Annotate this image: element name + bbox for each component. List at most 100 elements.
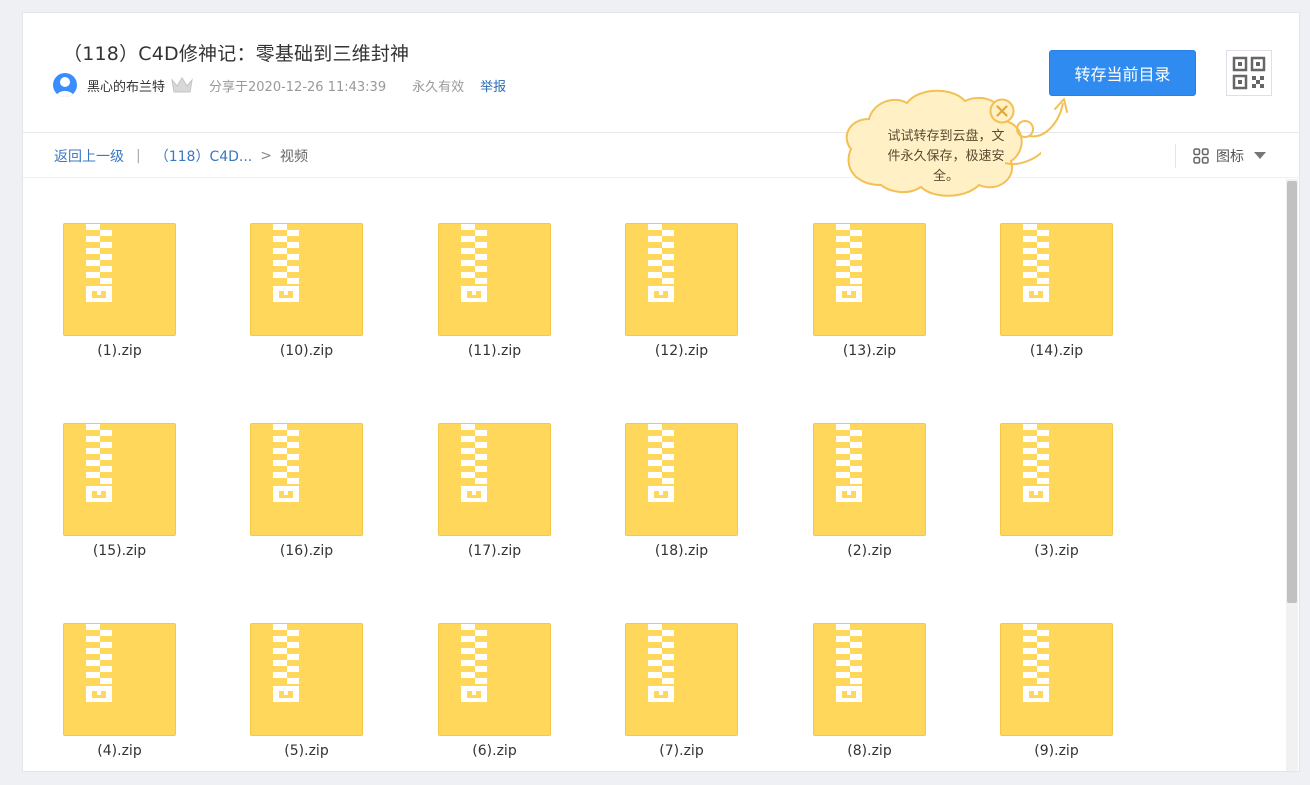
report-link[interactable]: 举报 xyxy=(480,76,506,95)
share-meta: 黑心的布兰特 分享于2020-12-26 11:43:39 永久有效 举报 xyxy=(53,73,506,97)
file-name[interactable]: (18).zip xyxy=(603,543,760,559)
user-icon xyxy=(56,77,74,97)
zip-file-icon xyxy=(1000,223,1113,336)
arrow-pointer-icon xyxy=(1016,98,1068,138)
file-item[interactable]: (2).zip xyxy=(791,423,951,583)
breadcrumb-parent[interactable]: （118）C4D... xyxy=(155,146,253,166)
zip-file-icon xyxy=(813,623,926,736)
file-item[interactable]: (18).zip xyxy=(603,423,763,583)
zipper-graphic xyxy=(648,424,674,502)
validity-text: 永久有效 xyxy=(412,79,465,95)
file-item[interactable]: (9).zip xyxy=(978,623,1138,783)
file-item[interactable]: (13).zip xyxy=(791,223,951,383)
grid-view-icon xyxy=(1193,148,1209,164)
tooltip-text: 试试转存到云盘，文件永久保存，极速安全。 xyxy=(887,129,1005,184)
zip-file-icon xyxy=(250,623,363,736)
zip-file-icon xyxy=(438,423,551,536)
zipper-graphic xyxy=(461,424,487,502)
zipper-graphic xyxy=(86,624,112,702)
file-item[interactable]: (10).zip xyxy=(228,223,388,383)
zip-file-icon xyxy=(1000,623,1113,736)
file-name[interactable]: (17).zip xyxy=(416,543,573,559)
scrollbar[interactable] xyxy=(1286,179,1298,771)
breadcrumb-arrow: > xyxy=(260,148,272,164)
file-name[interactable]: (13).zip xyxy=(791,343,948,359)
file-name[interactable]: (7).zip xyxy=(603,743,760,759)
zip-file-icon xyxy=(813,423,926,536)
file-item[interactable]: (1).zip xyxy=(41,223,201,383)
file-name[interactable]: (16).zip xyxy=(228,543,385,559)
page-title: （118）C4D修神记：零基础到三维封神 xyxy=(63,43,410,65)
zip-file-icon xyxy=(438,623,551,736)
file-name[interactable]: (3).zip xyxy=(978,543,1135,559)
file-item[interactable]: (15).zip xyxy=(41,423,201,583)
file-item[interactable]: (11).zip xyxy=(416,223,576,383)
view-mode-dropdown[interactable]: 图标 xyxy=(1193,145,1266,167)
file-name[interactable]: (9).zip xyxy=(978,743,1135,759)
save-to-cloud-button[interactable]: 转存当前目录 xyxy=(1049,50,1196,96)
zipper-graphic xyxy=(1023,224,1049,302)
file-item[interactable]: (12).zip xyxy=(603,223,763,383)
file-name[interactable]: (6).zip xyxy=(416,743,573,759)
file-item[interactable]: (8).zip xyxy=(791,623,951,783)
qr-code-button[interactable] xyxy=(1226,50,1272,96)
file-item[interactable]: (17).zip xyxy=(416,423,576,583)
breadcrumb: 返回上一级 | （118）C4D... > 视频 xyxy=(54,146,308,166)
username[interactable]: 黑心的布兰特 xyxy=(87,76,165,95)
zipper-graphic xyxy=(461,624,487,702)
zipper-graphic xyxy=(273,624,299,702)
share-panel: （118）C4D修神记：零基础到三维封神 黑心的布兰特 分享于2020-12-2… xyxy=(22,12,1300,772)
zipper-graphic xyxy=(1023,424,1049,502)
file-name[interactable]: (15).zip xyxy=(41,543,198,559)
view-mode-label: 图标 xyxy=(1216,149,1244,165)
file-name[interactable]: (4).zip xyxy=(41,743,198,759)
zip-file-icon xyxy=(813,223,926,336)
file-name[interactable]: (12).zip xyxy=(603,343,760,359)
zipper-graphic xyxy=(273,224,299,302)
file-item[interactable]: (6).zip xyxy=(416,623,576,783)
zipper-graphic xyxy=(836,624,862,702)
zip-file-icon xyxy=(438,223,551,336)
share-time: 分享于2020-12-26 11:43:39 xyxy=(209,79,387,95)
file-name[interactable]: (10).zip xyxy=(228,343,385,359)
back-link[interactable]: 返回上一级 xyxy=(54,146,124,166)
file-name[interactable]: (14).zip xyxy=(978,343,1135,359)
zipper-graphic xyxy=(648,624,674,702)
breadcrumb-current: 视频 xyxy=(280,149,308,165)
file-item[interactable]: (3).zip xyxy=(978,423,1138,583)
file-name[interactable]: (5).zip xyxy=(228,743,385,759)
file-item[interactable]: (16).zip xyxy=(228,423,388,583)
breadcrumb-separator: | xyxy=(136,148,141,164)
zipper-graphic xyxy=(273,424,299,502)
zipper-graphic xyxy=(86,424,112,502)
zipper-graphic xyxy=(648,224,674,302)
zip-file-icon xyxy=(250,423,363,536)
file-name[interactable]: (8).zip xyxy=(791,743,948,759)
qr-code-icon xyxy=(1232,56,1266,90)
zipper-graphic xyxy=(836,424,862,502)
zipper-graphic xyxy=(1023,624,1049,702)
file-item[interactable]: (7).zip xyxy=(603,623,763,783)
file-name[interactable]: (1).zip xyxy=(41,343,198,359)
zipper-graphic xyxy=(836,224,862,302)
zipper-graphic xyxy=(461,224,487,302)
file-item[interactable]: (5).zip xyxy=(228,623,388,783)
caret-down-icon xyxy=(1254,152,1266,160)
file-item[interactable]: (14).zip xyxy=(978,223,1138,383)
toolbar-divider xyxy=(23,177,1299,178)
zip-file-icon xyxy=(1000,423,1113,536)
zip-file-icon xyxy=(625,223,738,336)
zip-file-icon xyxy=(63,623,176,736)
zipper-graphic xyxy=(86,224,112,302)
zip-file-icon xyxy=(625,623,738,736)
zip-file-icon xyxy=(63,423,176,536)
zip-file-icon xyxy=(63,223,176,336)
zip-file-icon xyxy=(250,223,363,336)
file-name[interactable]: (11).zip xyxy=(416,343,573,359)
scrollbar-thumb[interactable] xyxy=(1287,181,1297,603)
view-divider xyxy=(1175,144,1176,168)
avatar[interactable] xyxy=(53,73,77,97)
file-item[interactable]: (4).zip xyxy=(41,623,201,783)
zip-file-icon xyxy=(625,423,738,536)
file-name[interactable]: (2).zip xyxy=(791,543,948,559)
